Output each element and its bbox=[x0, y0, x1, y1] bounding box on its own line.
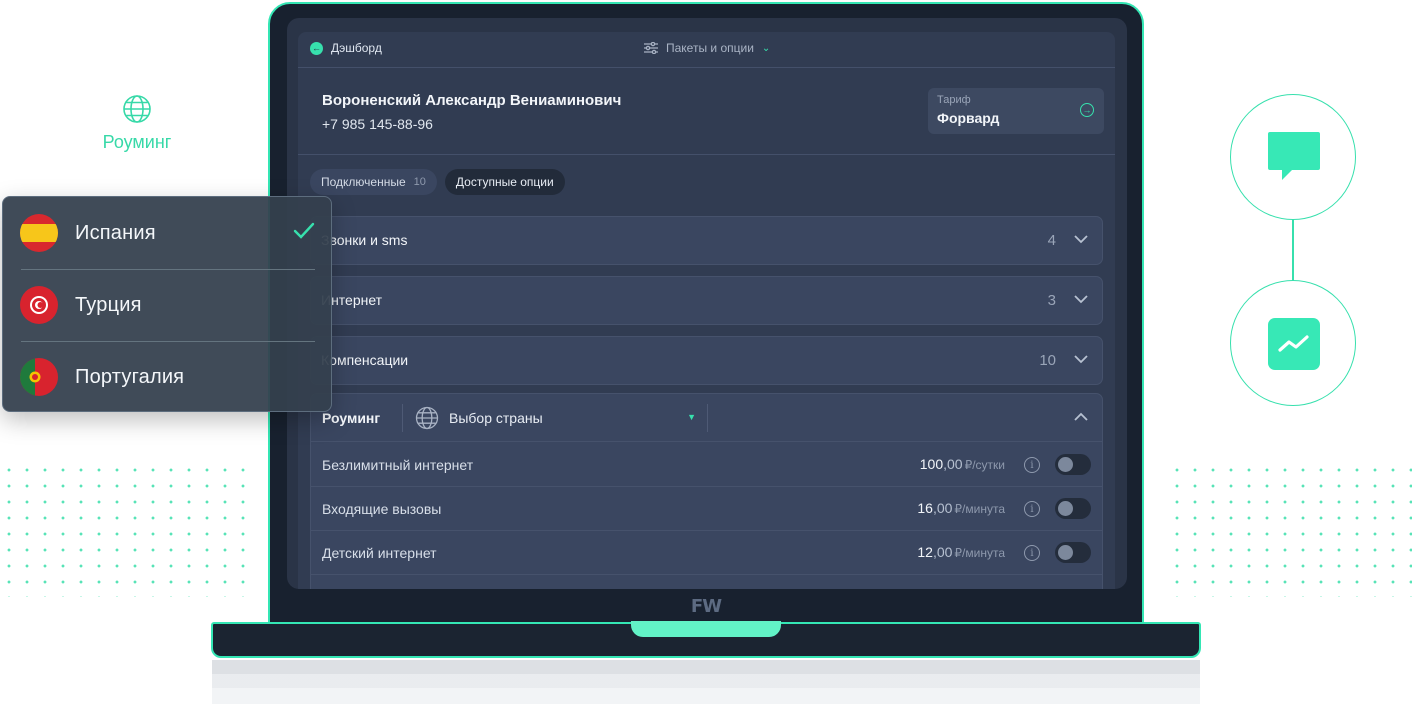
globe-icon bbox=[415, 406, 439, 430]
arrow-left-icon: ← bbox=[310, 41, 323, 55]
chat-bubble-icon bbox=[1268, 132, 1320, 180]
chat-node bbox=[1230, 94, 1356, 220]
country-select[interactable]: Выбор страны ▼ bbox=[415, 405, 700, 431]
price-decimal: ,00 bbox=[943, 456, 963, 472]
country-option-spain[interactable]: Испания bbox=[3, 197, 333, 269]
tab-available-label: Доступные опции bbox=[455, 175, 554, 189]
laptop-notch bbox=[631, 621, 781, 637]
country-name: Турция bbox=[75, 294, 142, 316]
country-option-turkey[interactable]: Турция bbox=[3, 269, 333, 341]
divider bbox=[402, 404, 403, 432]
chevron-down-icon bbox=[1074, 295, 1088, 304]
country-dropdown: Испания Турция Португалия bbox=[2, 196, 332, 412]
section-title: Звонки и sms bbox=[321, 232, 408, 248]
section-calls-sms[interactable]: Звонки и sms 4 bbox=[310, 216, 1103, 265]
packages-menu[interactable]: Пакеты и опции ⌄ bbox=[644, 41, 770, 55]
spain-flag-icon bbox=[20, 214, 58, 252]
option-price: 16,00 ₽/минута bbox=[917, 500, 1005, 516]
packages-label: Пакеты и опции bbox=[666, 41, 754, 55]
tab-connected[interactable]: Подключенные 10 bbox=[310, 169, 437, 195]
top-bar: ← Дэшборд Пакеты и опции ⌄ bbox=[298, 32, 1115, 68]
option-toggle[interactable] bbox=[1055, 498, 1091, 519]
chevron-down-icon: ⌄ bbox=[761, 42, 771, 54]
section-title: Компенсации bbox=[321, 352, 409, 368]
price-unit: ₽/минута bbox=[954, 546, 1005, 560]
section-internet[interactable]: Интернет 3 bbox=[310, 276, 1103, 325]
chevron-down-icon bbox=[1074, 235, 1088, 244]
option-price: 100,00 ₽/сутки bbox=[920, 456, 1005, 472]
tariff-label: Тариф bbox=[937, 94, 971, 106]
roaming-badge: Роуминг bbox=[92, 94, 182, 153]
chevron-up-icon[interactable] bbox=[1072, 408, 1090, 426]
section-count: 3 bbox=[1047, 292, 1056, 309]
option-price: 12,00 ₽/минута bbox=[917, 544, 1005, 560]
client-phone: +7 985 145-88-96 bbox=[322, 116, 433, 132]
app-window: ← Дэшборд Пакеты и опции ⌄ Вороненский А… bbox=[298, 32, 1115, 589]
tab-available-options[interactable]: Доступные опции bbox=[444, 169, 565, 195]
option-name: Входящие вызовы bbox=[322, 501, 442, 517]
brand-logo: FW bbox=[690, 596, 722, 617]
country-option-portugal[interactable]: Португалия bbox=[3, 341, 333, 413]
option-name: Безлимитный интернет bbox=[322, 457, 474, 473]
portugal-flag-icon bbox=[20, 358, 58, 396]
roaming-badge-label: Роуминг bbox=[102, 132, 172, 152]
client-header: Вороненский Александр Вениаминович +7 98… bbox=[298, 68, 1115, 155]
laptop-shadow bbox=[212, 660, 1200, 704]
tab-connected-count: 10 bbox=[413, 176, 426, 188]
globe-icon bbox=[123, 95, 151, 123]
roaming-header: Роуминг Выбор страны ▼ bbox=[311, 394, 1102, 442]
option-toggle[interactable] bbox=[1055, 454, 1091, 475]
roaming-option-row: Входящие вызовы 16,00 ₽/минута i bbox=[311, 487, 1102, 531]
divider bbox=[707, 404, 708, 432]
turkey-flag-icon bbox=[20, 286, 58, 324]
info-icon[interactable]: i bbox=[1024, 545, 1040, 561]
country-name: Португалия bbox=[75, 366, 185, 388]
sliders-icon bbox=[644, 42, 658, 54]
roaming-section: Роуминг Выбор страны ▼ Безлимитный интер… bbox=[310, 393, 1103, 589]
section-compensations[interactable]: Компенсации 10 bbox=[310, 336, 1103, 385]
tariff-value: Форвард bbox=[937, 110, 1000, 126]
price-decimal: ,00 bbox=[932, 500, 953, 516]
roaming-option-row: Детский интернет 12,00 ₽/минута i bbox=[311, 531, 1102, 575]
trend-node bbox=[1230, 280, 1356, 406]
client-name: Вороненский Александр Вениаминович bbox=[322, 92, 622, 109]
arrow-right-circle-icon: → bbox=[1080, 103, 1094, 117]
section-count: 4 bbox=[1047, 232, 1056, 249]
connector-line bbox=[1292, 219, 1294, 281]
price-integer: 12 bbox=[917, 544, 933, 560]
info-icon[interactable]: i bbox=[1024, 501, 1040, 517]
price-integer: 16 bbox=[917, 500, 933, 516]
dot-pattern-right bbox=[1168, 462, 1412, 597]
price-decimal: ,00 bbox=[932, 544, 953, 560]
country-name: Испания bbox=[75, 222, 156, 244]
option-toggle[interactable] bbox=[1055, 542, 1091, 563]
caret-down-icon: ▼ bbox=[687, 412, 696, 422]
roaming-option-row: Безлимитный интернет 100,00 ₽/сутки i bbox=[311, 443, 1102, 487]
laptop-screen: ← Дэшборд Пакеты и опции ⌄ Вороненский А… bbox=[287, 18, 1127, 589]
price-integer: 100 bbox=[919, 456, 944, 472]
options-tabs: Подключенные 10 Доступные опции bbox=[310, 169, 565, 195]
country-select-placeholder: Выбор страны bbox=[449, 410, 543, 426]
section-count: 10 bbox=[1039, 352, 1056, 369]
check-icon bbox=[293, 222, 315, 239]
back-label: Дэшборд bbox=[331, 41, 382, 55]
info-icon[interactable]: i bbox=[1024, 457, 1040, 473]
dot-pattern-left bbox=[0, 462, 250, 597]
price-unit: ₽/минута bbox=[954, 502, 1005, 516]
price-unit: ₽/сутки bbox=[964, 458, 1005, 472]
chevron-down-icon bbox=[1074, 355, 1088, 364]
back-to-dashboard-link[interactable]: ← Дэшборд bbox=[310, 41, 382, 55]
tariff-card[interactable]: Тариф Форвард → bbox=[928, 88, 1104, 134]
option-name: Детский интернет bbox=[322, 545, 437, 561]
tab-connected-label: Подключенные bbox=[321, 175, 406, 189]
trend-chart-icon bbox=[1268, 318, 1320, 370]
